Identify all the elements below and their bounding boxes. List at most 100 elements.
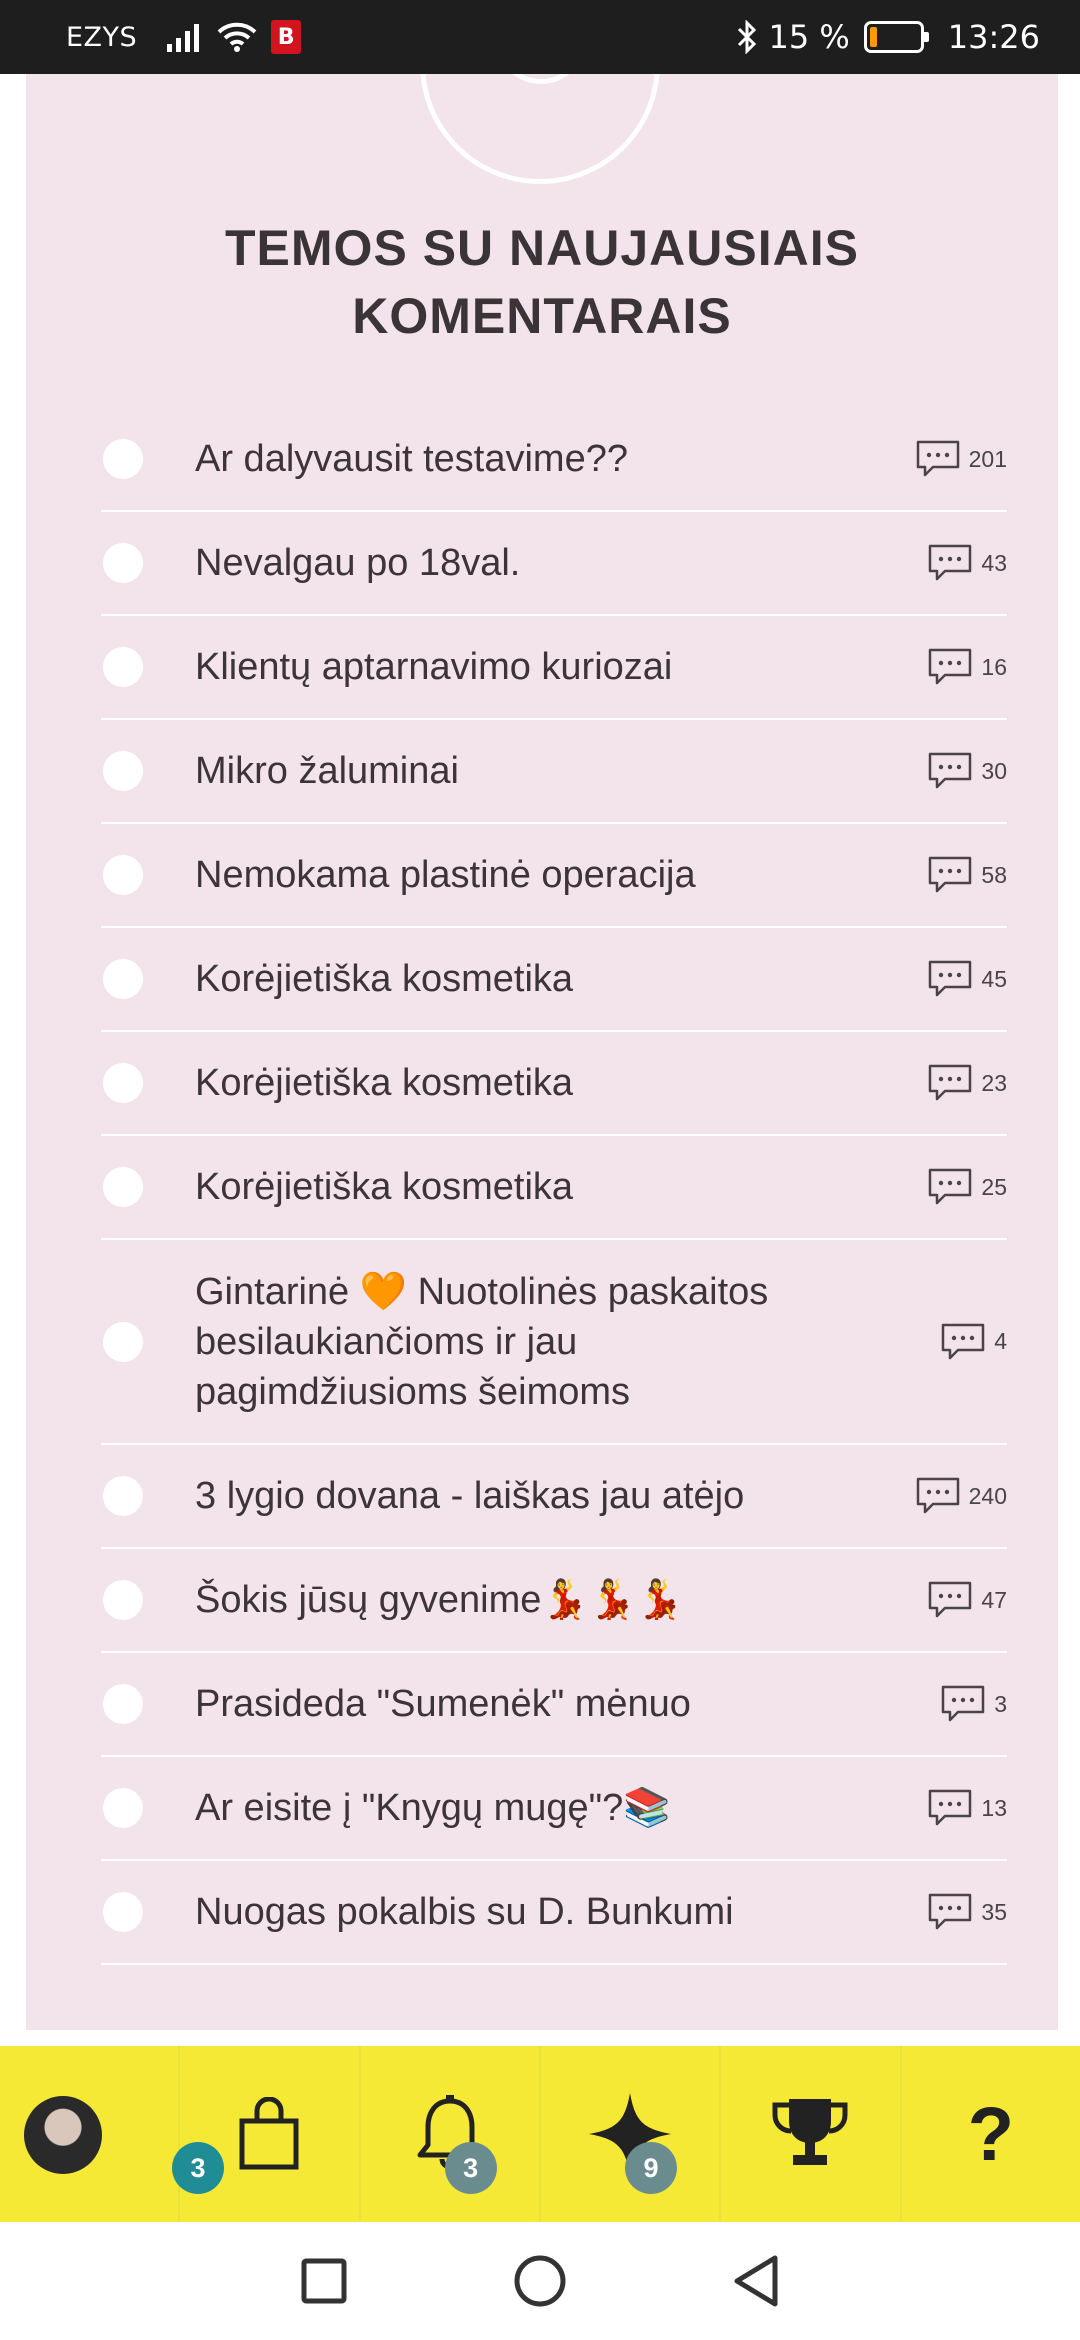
speech-bubble-dots-icon — [929, 1064, 972, 1101]
comment-count: 43 — [927, 543, 1007, 583]
decorative-circle — [420, 74, 660, 184]
shopping-bag-icon[interactable] — [238, 2097, 300, 2171]
comment-count: 16 — [927, 647, 1007, 687]
status-bar: EZYS B 15 % 13:26 — [0, 0, 1080, 74]
recent-apps-button[interactable] — [296, 2253, 352, 2309]
section-title-line1: TEMOS SU NAUJAUSIAIS — [225, 220, 859, 276]
nav-stars[interactable]: 9 — [541, 2046, 722, 2222]
topic-row[interactable]: Nevalgau po 18val. 43 — [101, 512, 1007, 616]
clock: 13:26 — [947, 18, 1040, 56]
topic-title[interactable]: Korėjietiška kosmetika — [195, 928, 855, 1030]
nav-profile[interactable]: 3 — [0, 2046, 224, 2222]
topic-bullet — [103, 543, 143, 583]
wifi-icon — [217, 22, 257, 52]
comment-count: 201 — [915, 439, 1007, 479]
comment-count-value: 201 — [968, 445, 1007, 472]
comment-count-value: 13 — [981, 1794, 1007, 1821]
status-bar-right: 15 % 13:26 — [736, 0, 1040, 74]
topic-row[interactable]: Prasideda "Sumenėk" mėnuo 3 — [101, 1653, 1007, 1757]
speech-bubble-dots-icon — [929, 960, 972, 997]
status-bar-left: EZYS B — [66, 0, 302, 74]
topic-title[interactable]: Ar eisite į "Knygų mugę"?📚 — [195, 1757, 855, 1859]
avatar[interactable] — [24, 2096, 102, 2174]
comment-count: 45 — [927, 959, 1007, 999]
topic-title[interactable]: Nevalgau po 18val. — [195, 512, 855, 614]
battery-icon — [863, 21, 929, 53]
topic-title[interactable]: Šokis jūsų gyvenime💃💃💃 — [195, 1549, 855, 1651]
topic-bullet — [103, 439, 143, 479]
back-button[interactable] — [728, 2253, 784, 2309]
nav-rewards[interactable] — [721, 2046, 902, 2222]
trophy-icon[interactable] — [769, 2095, 851, 2173]
comment-count: 30 — [927, 751, 1007, 791]
topic-bullet — [103, 1063, 143, 1103]
speech-bubble-dots-icon — [929, 1893, 972, 1930]
topic-bullet — [103, 1892, 143, 1932]
comment-count-value: 45 — [981, 965, 1007, 992]
topic-row[interactable]: Ar dalyvausit testavime?? 201 — [101, 408, 1007, 512]
comment-count-value: 4 — [994, 1328, 1007, 1354]
section-title-line2: KOMENTARAIS — [352, 288, 732, 344]
comment-count: 35 — [927, 1892, 1007, 1932]
comment-count-value: 58 — [981, 861, 1007, 888]
comment-count: 58 — [927, 855, 1007, 895]
topic-title[interactable]: Ar dalyvausit testavime?? — [195, 408, 855, 510]
home-button[interactable] — [512, 2253, 568, 2309]
topic-bullet — [103, 1321, 143, 1362]
comment-count-value: 25 — [981, 1173, 1007, 1200]
topic-row[interactable]: Mikro žaluminai 30 — [101, 720, 1007, 824]
comment-count: 4 — [940, 1322, 1007, 1362]
carrier-name: EZYS — [66, 21, 138, 53]
comment-count: 240 — [915, 1476, 1007, 1516]
comment-count-value: 23 — [981, 1069, 1007, 1096]
topic-title[interactable]: Prasideda "Sumenėk" mėnuo — [195, 1653, 855, 1755]
topic-bullet — [103, 1476, 143, 1516]
comment-count-value: 240 — [968, 1482, 1007, 1509]
square-icon — [301, 2258, 347, 2304]
topic-title[interactable]: Nemokama plastinė operacija — [195, 824, 855, 926]
notifications-badge: 3 — [444, 2142, 497, 2194]
nav-shop[interactable] — [180, 2046, 361, 2222]
topics-panel: TEMOS SU NAUJAUSIAIS KOMENTARAIS Ar daly… — [26, 74, 1058, 2030]
topic-row[interactable]: Korėjietiška kosmetika 45 — [101, 928, 1007, 1032]
topic-title[interactable]: Mikro žaluminai — [195, 720, 855, 822]
comment-count-value: 43 — [981, 549, 1007, 576]
speech-bubble-dots-icon — [916, 1477, 959, 1514]
topic-row[interactable]: Nuogas pokalbis su D. Bunkumi 35 — [101, 1861, 1007, 1965]
topic-row[interactable]: Šokis jūsų gyvenime💃💃💃 47 — [101, 1549, 1007, 1653]
topic-bullet — [103, 1580, 143, 1620]
system-nav-bar — [0, 2222, 1080, 2340]
comment-count: 23 — [927, 1063, 1007, 1103]
comment-count-value: 30 — [981, 757, 1007, 784]
comment-count-value: 47 — [981, 1586, 1007, 1613]
nav-notifications[interactable]: 3 — [361, 2046, 541, 2222]
section-title: TEMOS SU NAUJAUSIAIS KOMENTARAIS — [26, 214, 1058, 350]
topic-bullet — [103, 1684, 143, 1724]
topic-title[interactable]: Klientų aptarnavimo kuriozai — [195, 616, 855, 718]
nav-help[interactable]: ? — [902, 2046, 1080, 2222]
topic-title[interactable]: Korėjietiška kosmetika — [195, 1032, 855, 1134]
comment-count: 3 — [940, 1684, 1007, 1724]
bottom-nav: 3 3 9 ? — [0, 2046, 1080, 2222]
speech-bubble-dots-icon — [941, 1323, 985, 1359]
topic-row[interactable]: 3 lygio dovana - laiškas jau atėjo 240 — [101, 1445, 1007, 1549]
topic-title[interactable]: Gintarinė 🧡 Nuotolinės paskaitos besilau… — [195, 1240, 855, 1443]
topic-row[interactable]: Korėjietiška kosmetika 23 — [101, 1032, 1007, 1136]
topic-row[interactable]: Klientų aptarnavimo kuriozai 16 — [101, 616, 1007, 720]
comment-count: 47 — [927, 1580, 1007, 1620]
stars-badge: 9 — [624, 2142, 677, 2194]
topic-title[interactable]: Nuogas pokalbis su D. Bunkumi — [195, 1861, 855, 1963]
app-notification-icon: B — [271, 20, 302, 54]
question-mark-icon[interactable]: ? — [968, 2091, 1014, 2178]
topic-row[interactable]: Ar eisite į "Knygų mugę"?📚 13 — [101, 1757, 1007, 1861]
topic-title[interactable]: 3 lygio dovana - laiškas jau atėjo — [195, 1445, 855, 1547]
topic-title[interactable]: Korėjietiška kosmetika — [195, 1136, 855, 1238]
battery-percent: 15 % — [768, 18, 850, 56]
topic-row[interactable]: Nemokama plastinė operacija 58 — [101, 824, 1007, 928]
topic-bullet — [103, 647, 143, 687]
topic-bullet — [103, 959, 143, 999]
speech-bubble-dots-icon — [929, 856, 972, 893]
speech-bubble-dots-icon — [929, 544, 972, 581]
topic-row[interactable]: Gintarinė 🧡 Nuotolinės paskaitos besilau… — [101, 1240, 1007, 1445]
topic-row[interactable]: Korėjietiška kosmetika 25 — [101, 1136, 1007, 1240]
